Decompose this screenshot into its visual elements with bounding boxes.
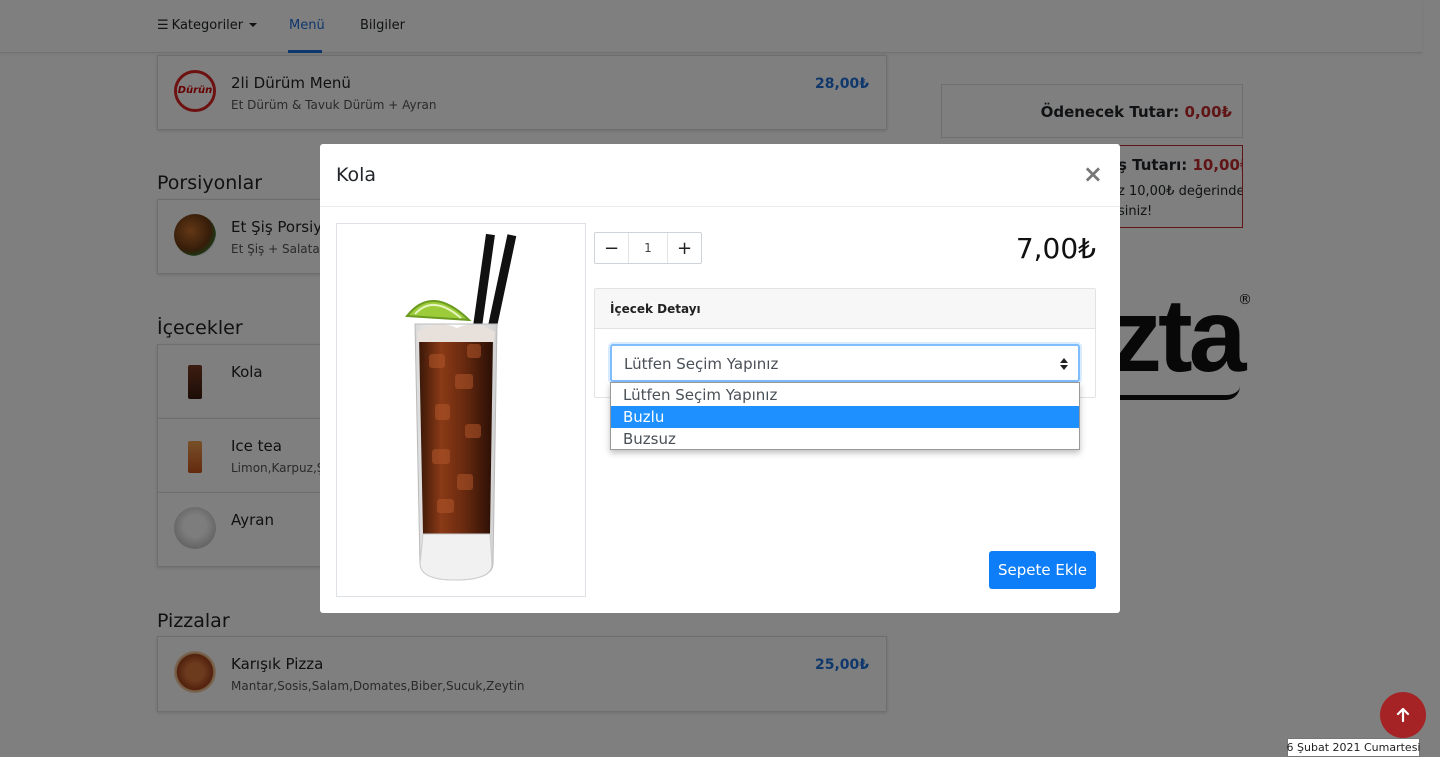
drink-option-select[interactable]: Lütfen Seçim Yapınız (610, 344, 1080, 382)
add-to-cart-button[interactable]: Sepete Ekle (989, 551, 1096, 589)
date-tooltip: 6 Şubat 2021 Cumartesi (1287, 738, 1421, 757)
minus-icon[interactable]: − (595, 233, 629, 263)
cola-glass-illustration (405, 233, 517, 581)
drink-option-dropdown: Lütfen Seçim Yapınız Buzlu Buzsuz (610, 382, 1080, 450)
quantity-value[interactable]: 1 (629, 233, 667, 263)
quantity-stepper: − 1 + (594, 232, 702, 264)
arrow-up-icon (1396, 707, 1410, 723)
plus-icon[interactable]: + (667, 233, 701, 263)
select-value: Lütfen Seçim Yapınız (624, 355, 779, 373)
modal-price: 7,00₺ (1015, 232, 1096, 265)
select-arrows-icon (1060, 358, 1068, 370)
scroll-to-top-button[interactable] (1380, 692, 1426, 738)
option-buzsuz[interactable]: Buzsuz (611, 428, 1079, 450)
product-image (336, 223, 586, 597)
close-icon[interactable]: × (1083, 162, 1103, 186)
modal-header: Kola × (320, 144, 1120, 207)
option-buzlu[interactable]: Buzlu (611, 406, 1079, 428)
modal-title: Kola (336, 164, 377, 186)
drink-detail-header: İçecek Detayı (595, 289, 1095, 329)
drink-detail-title: İçecek Detayı (610, 302, 701, 316)
option-placeholder[interactable]: Lütfen Seçim Yapınız (611, 384, 1079, 406)
